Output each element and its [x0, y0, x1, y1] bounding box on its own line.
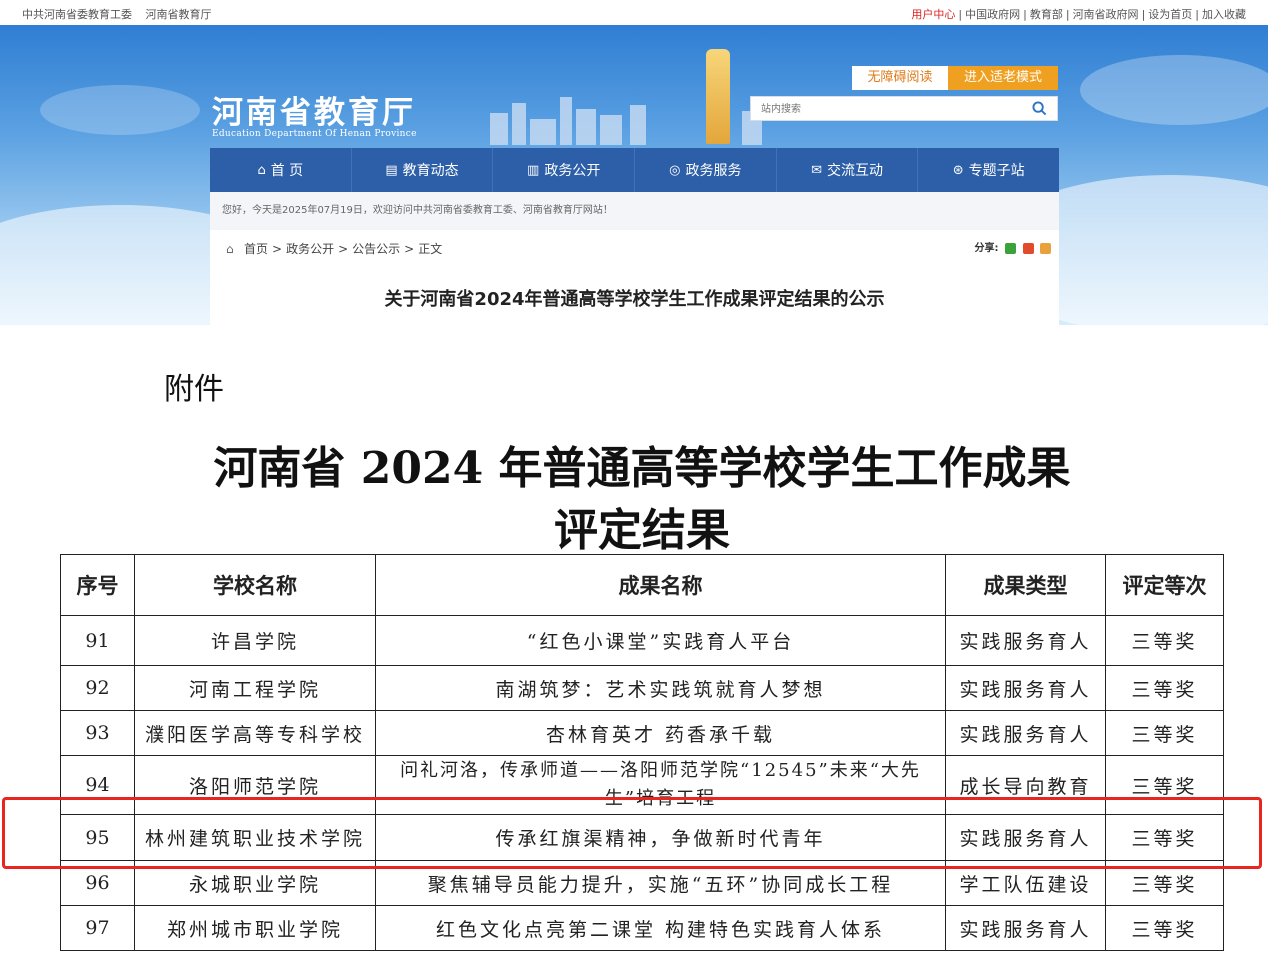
welcome-message: 您好，今天是2025年07月19日，欢迎访问中共河南省委教育工委、河南省教育厅网… [210, 192, 1059, 230]
attachment-label: 附件 [164, 372, 224, 407]
row-type: 实践服务育人 [945, 710, 1106, 756]
header-achievement: 成果名称 [375, 554, 946, 616]
link-party-committee[interactable]: 中共河南省委教育工委 [22, 8, 132, 21]
row-achievement: “红色小课堂”实践育人平台 [375, 615, 946, 666]
row-number: 92 [60, 665, 135, 711]
header-number: 序号 [60, 554, 135, 616]
share-bar: 分享: [975, 230, 1051, 268]
breadcrumb-announcements[interactable]: 公告公示 [352, 242, 400, 256]
results-table: 序号 学校名称 成果名称 成果类型 评定等次 91 许昌学院 “红色小课堂”实践… [60, 554, 1224, 951]
landmark-tower-image [706, 49, 730, 144]
table-row: 93 濮阳医学高等专科学校 杏林育英才 药香承千载 实践服务育人 三等奖 [60, 710, 1224, 756]
document-title-line2: 评定结果 [554, 505, 730, 556]
nav-government-services[interactable]: ◎ 政务服务 [635, 148, 777, 192]
header-rank: 评定等次 [1105, 554, 1224, 616]
link-education-dept[interactable]: 河南省教育厅 [146, 8, 212, 21]
row-type: 实践服务育人 [945, 905, 1106, 951]
row-rank: 三等奖 [1105, 905, 1224, 951]
service-icon: ◎ [669, 162, 681, 178]
home-icon: ⌂ [226, 242, 234, 256]
row-number: 93 [60, 710, 135, 756]
site-logo[interactable]: 河南省教育厅 [212, 87, 416, 132]
row-school: 许昌学院 [134, 615, 376, 666]
row-rank: 三等奖 [1105, 615, 1224, 666]
top-right-links: 用户中心 | 中国政府网 | 教育部 | 河南省政府网 | 设为首页 | 加入收藏 [911, 8, 1246, 21]
row-number: 91 [60, 615, 135, 666]
nav-education-news-label: 教育动态 [402, 163, 459, 179]
link-henan-gov[interactable]: 河南省政府网 [1073, 8, 1139, 21]
news-icon: ▤ [385, 162, 398, 178]
nav-government-services-label: 政务服务 [685, 163, 742, 179]
row-school: 濮阳医学高等专科学校 [134, 710, 376, 756]
site-search [750, 96, 1058, 122]
nav-home-label: 首 页 [270, 163, 304, 179]
link-set-homepage[interactable]: 设为首页 [1148, 8, 1192, 21]
document-icon: ▥ [527, 162, 540, 178]
nav-interaction[interactable]: ✉ 交流互动 [777, 148, 919, 192]
row-type: 实践服务育人 [945, 665, 1106, 711]
top-left-links: 中共河南省委教育工委 河南省教育厅 [22, 6, 222, 22]
link-user-center[interactable]: 用户中心 [911, 8, 955, 21]
wechat-share-icon[interactable] [1005, 242, 1017, 254]
row-rank: 三等奖 [1105, 710, 1224, 756]
link-add-favorite[interactable]: 加入收藏 [1202, 8, 1246, 21]
row-highlight-box [2, 797, 1262, 869]
link-gov-portal[interactable]: 中国政府网 [965, 8, 1020, 21]
row-number: 97 [60, 905, 135, 951]
nav-government-affairs-label: 政务公开 [544, 163, 601, 179]
row-rank: 三等奖 [1105, 665, 1224, 711]
table-row: 97 郑州城市职业学院 红色文化点亮第二课堂 构建特色实践育人体系 实践服务育人… [60, 905, 1224, 951]
row-achievement: 红色文化点亮第二课堂 构建特色实践育人体系 [375, 905, 946, 951]
search-icon[interactable] [1032, 101, 1047, 116]
qq-share-icon[interactable] [1040, 242, 1051, 254]
share-label: 分享: [974, 243, 999, 254]
row-school: 河南工程学院 [134, 665, 376, 711]
breadcrumb-home[interactable]: 首页 [244, 242, 268, 256]
nav-home[interactable]: ⌂ 首 页 [210, 148, 352, 192]
chat-icon: ✉ [811, 162, 822, 178]
document-title-line1: 河南省 2024 年普通高等学校学生工作成果 [213, 443, 1071, 494]
weibo-share-icon[interactable] [1022, 242, 1034, 254]
table-row: 91 许昌学院 “红色小课堂”实践育人平台 实践服务育人 三等奖 [60, 615, 1224, 666]
breadcrumb: ⌂ 首页 > 政务公开 > 公告公示 > 正文 分享: [210, 230, 1059, 268]
accessible-reading-button[interactable]: 无障碍阅读 [852, 66, 948, 90]
header-school: 学校名称 [134, 554, 376, 616]
site-logo-english: Education Department Of Henan Province [212, 129, 417, 139]
top-utility-bar: 中共河南省委教育工委 河南省教育厅 用户中心 | 中国政府网 | 教育部 | 河南省政府网 |… [0, 0, 1268, 25]
article-title: 关于河南省2024年普通高等学校学生工作成果评定结果的公示 [210, 268, 1059, 325]
breadcrumb-government-affairs[interactable]: 政务公开 [286, 242, 334, 256]
subsite-icon: ⊛ [952, 162, 964, 178]
row-achievement: 南湖筑梦：艺术实践筑就育人梦想 [375, 665, 946, 711]
elder-mode-button[interactable]: 进入适老模式 [948, 66, 1058, 90]
row-type: 实践服务育人 [945, 615, 1106, 666]
nav-education-news[interactable]: ▤ 教育动态 [352, 148, 494, 192]
nav-government-affairs[interactable]: ▥ 政务公开 [493, 148, 636, 192]
home-icon: ⌂ [257, 162, 266, 178]
breadcrumb-current: 正文 [418, 242, 443, 256]
link-moe[interactable]: 教育部 [1030, 8, 1063, 21]
row-achievement: 杏林育英才 药香承千载 [375, 710, 946, 756]
table-row: 92 河南工程学院 南湖筑梦：艺术实践筑就育人梦想 实践服务育人 三等奖 [60, 665, 1224, 711]
header-type: 成果类型 [945, 554, 1106, 616]
nav-special-subsites-label: 专题子站 [968, 163, 1025, 179]
main-nav: ⌂ 首 页 ▤ 教育动态 ▥ 政务公开 ◎ 政务服务 ✉ 交流互动 ⊛ 专题子站 [210, 148, 1059, 192]
nav-special-subsites[interactable]: ⊛ 专题子站 [918, 148, 1059, 192]
row-school: 郑州城市职业学院 [134, 905, 376, 951]
table-header-row: 序号 学校名称 成果名称 成果类型 评定等次 [60, 554, 1224, 616]
nav-interaction-label: 交流互动 [826, 163, 883, 179]
city-skyline-image [490, 97, 762, 145]
search-input[interactable] [759, 97, 1023, 122]
